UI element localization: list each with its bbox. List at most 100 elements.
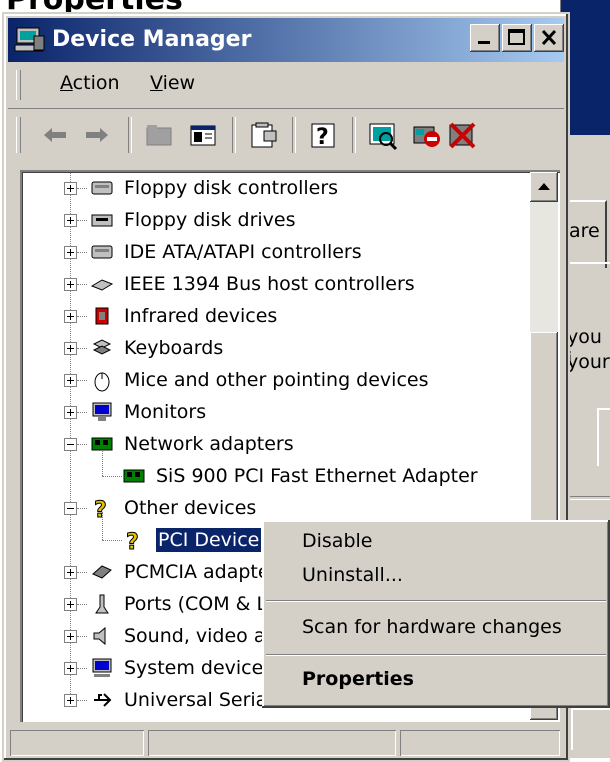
tree-category-item[interactable]: IDE ATA/ATAPI controllers — [20, 238, 528, 268]
scan-hardware-icon[interactable] — [366, 119, 400, 151]
tree-category-item[interactable]: Keyboards — [20, 334, 528, 364]
status-pane — [400, 730, 560, 756]
network-adapter-icon — [91, 437, 113, 451]
collapse-minus-icon[interactable] — [64, 438, 77, 451]
toolbar-separator — [292, 117, 296, 153]
menu-action-rest: ction — [72, 72, 120, 94]
maximize-button[interactable] — [502, 24, 532, 52]
expand-plus-icon[interactable] — [64, 630, 77, 643]
expand-plus-icon[interactable] — [64, 278, 77, 291]
tree-connector-line — [77, 316, 87, 317]
close-icon — [541, 29, 557, 46]
expand-plus-icon[interactable] — [64, 406, 77, 419]
toolbar-separator — [232, 117, 236, 153]
tree-connector-line — [77, 604, 87, 605]
maximize-icon — [508, 29, 525, 45]
uninstall-device-icon[interactable] — [446, 119, 480, 151]
menu-item-scan-hardware[interactable]: Scan for hardware changes — [302, 616, 562, 638]
tree-connector-line — [77, 668, 87, 669]
tree-item-label: IDE ATA/ATAPI controllers — [124, 241, 362, 263]
tree-category-item[interactable]: Mice and other pointing devices — [20, 366, 528, 396]
menu-item-disable[interactable]: Disable — [302, 530, 372, 552]
forward-arrow-icon[interactable] — [80, 119, 114, 151]
expand-plus-icon[interactable] — [64, 310, 77, 323]
tree-item-label: PCI Device — [154, 527, 263, 553]
tree-category-item[interactable]: IEEE 1394 Bus host controllers — [20, 270, 528, 300]
tree-connector-line — [77, 444, 87, 445]
toolbar-grip[interactable] — [16, 117, 21, 153]
status-pane — [10, 730, 144, 756]
background-dialog-button[interactable] — [597, 408, 610, 466]
expand-plus-icon[interactable] — [64, 662, 77, 675]
usb-icon — [94, 693, 112, 707]
menu-item-properties[interactable]: Properties — [302, 668, 414, 690]
menu-view[interactable]: View — [150, 72, 195, 94]
up-folder-icon[interactable] — [142, 119, 176, 151]
tree-connector-line — [77, 700, 87, 701]
tree-category-item[interactable]: Floppy disk controllers — [20, 174, 528, 204]
scroll-up-button[interactable] — [530, 172, 558, 202]
tree-category-item[interactable]: Infrared devices — [20, 302, 528, 332]
tree-item-label: Floppy disk controllers — [124, 177, 339, 199]
tree-connector-line — [77, 412, 87, 413]
background-dialog-button[interactable] — [571, 708, 610, 750]
toolbar: ? — [8, 108, 564, 161]
tree-category-item[interactable]: Monitors — [20, 398, 528, 428]
properties-icon[interactable] — [246, 119, 280, 151]
mouse-icon — [94, 372, 110, 392]
tree-item-label: Keyboards — [124, 337, 224, 359]
tree-item-label: Floppy disk drives — [124, 209, 296, 231]
status-pane — [148, 730, 396, 756]
tree-connector-line — [77, 188, 87, 189]
tree-connector-line — [77, 348, 87, 349]
disable-device-icon[interactable] — [410, 119, 444, 151]
minimize-icon — [478, 41, 490, 44]
tree-item-label: Network adapters — [124, 433, 294, 455]
tree-category-item[interactable]: Network adapters — [20, 430, 528, 460]
window-title: Device Manager — [52, 27, 252, 52]
menubar-grip[interactable] — [16, 70, 21, 100]
expand-plus-icon[interactable] — [64, 566, 77, 579]
tree-item-label: SiS 900 PCI Fast Ethernet Adapter — [156, 465, 478, 487]
unknown-device-icon: ? — [94, 498, 108, 521]
collapse-minus-icon[interactable] — [64, 502, 77, 515]
titlebar[interactable]: Device Manager — [8, 18, 564, 62]
show-hide-tree-icon[interactable] — [186, 119, 220, 151]
monitor-icon — [92, 402, 112, 421]
expand-plus-icon[interactable] — [64, 214, 77, 227]
tree-device-item[interactable]: SiS 900 PCI Fast Ethernet Adapter — [20, 462, 528, 492]
tree-connector-line — [102, 476, 122, 477]
tree-item-label: System devices — [124, 657, 274, 679]
tree-item-label: IEEE 1394 Bus host controllers — [124, 273, 415, 295]
expand-plus-icon[interactable] — [64, 374, 77, 387]
menu-view-rest: iew — [162, 72, 196, 94]
toolbar-separator — [352, 117, 356, 153]
expand-plus-icon[interactable] — [64, 598, 77, 611]
tree-item-label: Other devices — [124, 497, 257, 519]
tree-connector-line — [77, 220, 87, 221]
minimize-button[interactable] — [470, 24, 500, 52]
back-arrow-icon[interactable] — [38, 119, 72, 151]
tree-item-label: Mice and other pointing devices — [124, 369, 429, 391]
expand-plus-icon[interactable] — [64, 246, 77, 259]
expand-plus-icon[interactable] — [64, 342, 77, 355]
close-button[interactable] — [534, 24, 564, 52]
expand-plus-icon[interactable] — [64, 694, 77, 707]
expand-plus-icon[interactable] — [64, 182, 77, 195]
keyboard-icon — [92, 339, 112, 355]
tree-connector-line — [77, 284, 87, 285]
tree-category-item[interactable]: Floppy disk drives — [20, 206, 528, 236]
context-menu: Disable Uninstall... Scan for hardware c… — [262, 520, 610, 708]
menu-action[interactable]: Action — [60, 72, 120, 94]
svg-text:?: ? — [94, 498, 107, 520]
floppy-drive-icon — [91, 214, 113, 227]
floppy-controller-icon — [91, 181, 113, 195]
help-icon[interactable]: ? — [306, 119, 340, 151]
port-icon — [95, 594, 109, 614]
unknown-device-icon: ? — [126, 530, 140, 553]
menu-item-uninstall[interactable]: Uninstall... — [302, 564, 403, 586]
toolbar-separator — [128, 117, 132, 153]
status-bar — [8, 726, 564, 758]
system-device-icon — [92, 658, 112, 677]
tree-connector-line — [77, 252, 87, 253]
